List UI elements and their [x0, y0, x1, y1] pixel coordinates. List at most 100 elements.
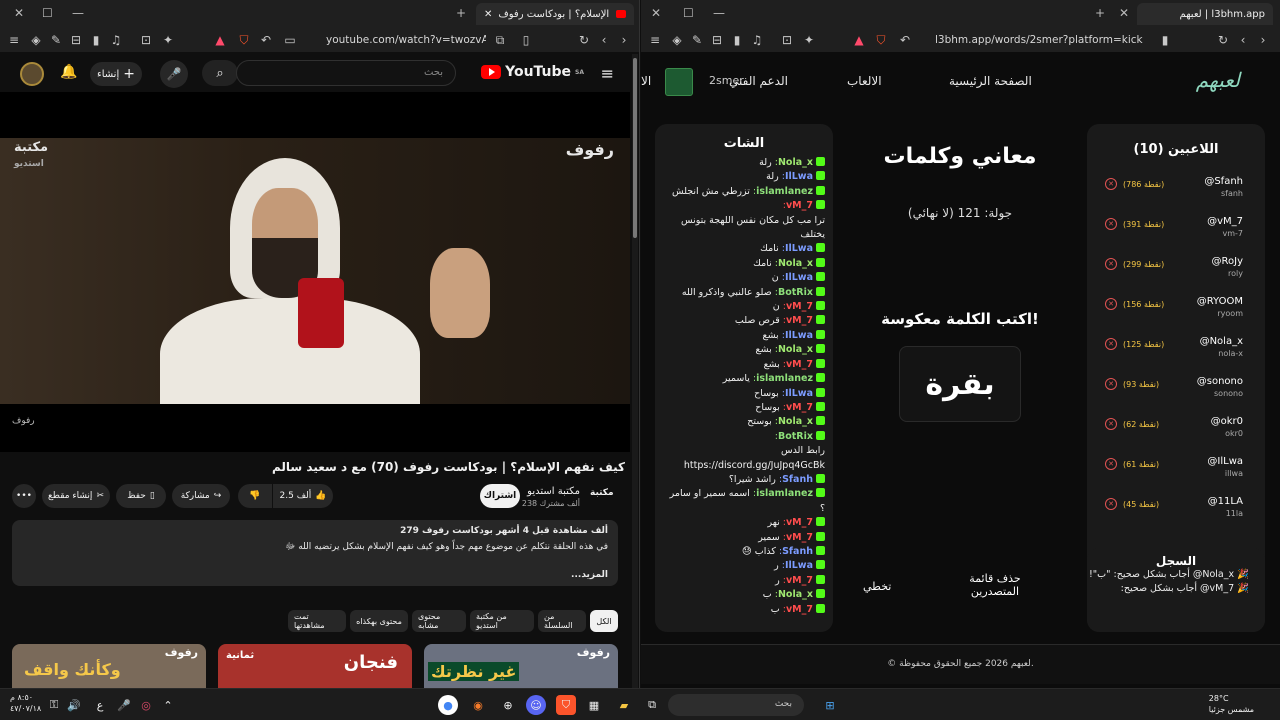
- puzzle-icon[interactable]: ✦: [801, 32, 817, 48]
- chip-watched[interactable]: تمت مشاهدتها: [288, 610, 346, 632]
- description-box[interactable]: 279 ألف مشاهدة قبل 4 أشهر بودكاست رفوف ف…: [12, 520, 618, 586]
- chat-username[interactable]: Sfanh: [782, 546, 813, 557]
- bookmark-icon[interactable]: ▯: [518, 32, 534, 48]
- hamburger-menu-icon[interactable]: ≡: [601, 64, 614, 83]
- sidebar-icon[interactable]: ▮: [88, 32, 104, 48]
- address-bar[interactable]: youtube.com/watch?v=twozvAUO6Qg: [326, 31, 486, 49]
- nav-home[interactable]: الصفحة الرئيسية: [949, 74, 1032, 88]
- taskbar-search[interactable]: بحث: [668, 694, 804, 716]
- chat-username[interactable]: IlLwa: [785, 243, 813, 254]
- remove-player-icon[interactable]: ✕: [1105, 498, 1117, 510]
- chip-all[interactable]: الكل: [590, 610, 618, 632]
- more-link[interactable]: ...المزيد: [12, 570, 608, 580]
- sidebar-icon[interactable]: ▮: [729, 32, 745, 48]
- maximize-window-icon[interactable]: ☐: [42, 6, 53, 20]
- reload-icon[interactable]: ↻: [1215, 32, 1231, 48]
- bookmarks-icon[interactable]: ⊟: [709, 32, 725, 48]
- app-icon[interactable]: ⊕: [498, 695, 518, 715]
- nav-edge[interactable]: الا: [641, 74, 651, 88]
- remove-player-icon[interactable]: ✕: [1105, 338, 1117, 350]
- remove-player-icon[interactable]: ✕: [1105, 218, 1117, 230]
- voice-search-icon[interactable]: 🎤: [160, 60, 188, 88]
- more-actions-icon[interactable]: •••: [12, 484, 36, 508]
- cast-icon[interactable]: ▭: [282, 32, 298, 48]
- video-player[interactable]: رفوف مكتبة استديو رفوف: [0, 92, 630, 452]
- remove-player-icon[interactable]: ✕: [1105, 458, 1117, 470]
- search-input[interactable]: بحث: [236, 60, 456, 86]
- minimize-window-icon[interactable]: —: [72, 6, 84, 20]
- forward-icon[interactable]: ›: [1255, 32, 1271, 48]
- channel-logo[interactable]: مكتبة: [590, 488, 618, 506]
- chat-username[interactable]: Nola_x: [778, 416, 813, 427]
- chat-username[interactable]: vM_7: [786, 575, 813, 586]
- chat-username[interactable]: BotRix: [778, 287, 813, 298]
- recommendation-thumbnail[interactable]: رفوف غير نظرتك: [424, 644, 618, 688]
- back-history-icon[interactable]: ↶: [897, 32, 913, 48]
- chat-username[interactable]: IlLwa: [785, 272, 813, 283]
- menu-icon[interactable]: ≡: [6, 32, 22, 48]
- brave-icon[interactable]: ⛉: [556, 695, 576, 715]
- user-avatar[interactable]: [665, 68, 693, 96]
- chip-channel[interactable]: من مكتبة استديو: [470, 610, 534, 632]
- link-icon[interactable]: ⧉: [492, 32, 508, 48]
- chat-username[interactable]: Nola_x: [778, 589, 813, 600]
- chat-username[interactable]: Sfanh: [782, 474, 813, 485]
- chip-similar[interactable]: محتوى مشابه: [412, 610, 466, 632]
- new-tab-icon[interactable]: +: [1095, 6, 1105, 20]
- nav-support[interactable]: الدعم الفني: [729, 74, 788, 88]
- chat-username[interactable]: IlLwa: [785, 560, 813, 571]
- chat-username[interactable]: BotRix: [778, 431, 813, 442]
- youtube-logo[interactable]: YouTube SA: [481, 64, 584, 80]
- chat-username[interactable]: vM_7: [786, 359, 813, 370]
- back-history-icon[interactable]: ↶: [258, 32, 274, 48]
- weather-widget[interactable]: 28°C مشمس جزئيا: [1209, 693, 1254, 715]
- shield-icon[interactable]: ◈: [28, 32, 44, 48]
- page-scrollbar[interactable]: [632, 54, 638, 688]
- nav-games[interactable]: الالعاب: [847, 74, 882, 88]
- chat-username[interactable]: Nola_x: [778, 344, 813, 355]
- brave-shield-icon[interactable]: ⛉: [236, 32, 252, 48]
- video-frame[interactable]: رفوف مكتبة استديو: [0, 138, 630, 404]
- search-icon[interactable]: ⌕: [202, 60, 238, 86]
- address-bar[interactable]: l3bhm.app/words/2smer?platform=kick: [935, 31, 1153, 49]
- chat-username[interactable]: Nola_x: [778, 258, 813, 269]
- notification-icon[interactable]: ⚿: [44, 695, 64, 715]
- brave-shield-icon[interactable]: ⛉: [873, 32, 889, 48]
- shield-icon[interactable]: ◈: [669, 32, 685, 48]
- tray-chevron-icon[interactable]: ⌃: [158, 695, 178, 715]
- chip-series[interactable]: من السلسلة: [538, 610, 586, 632]
- extension-icon[interactable]: ✎: [689, 32, 705, 48]
- remove-player-icon[interactable]: ✕: [1105, 418, 1117, 430]
- avatar[interactable]: [20, 62, 44, 86]
- remove-player-icon[interactable]: ✕: [1105, 298, 1117, 310]
- chrome-icon[interactable]: ●: [438, 695, 458, 715]
- clip-button[interactable]: إنشاء مقطع ✂: [42, 484, 110, 508]
- tray-app-icon[interactable]: ◎: [136, 695, 156, 715]
- puzzle-icon[interactable]: ✦: [160, 32, 176, 48]
- discord-icon[interactable]: ☺: [526, 695, 546, 715]
- chat-username[interactable]: Nola_x: [778, 157, 813, 168]
- chat-username[interactable]: vM_7: [786, 517, 813, 528]
- chat-username[interactable]: vM_7: [786, 301, 813, 312]
- close-tab-icon[interactable]: ✕: [1119, 6, 1129, 20]
- bookmark-icon[interactable]: ▮: [1157, 32, 1173, 48]
- chat-username[interactable]: vM_7: [786, 604, 813, 615]
- close-window-icon[interactable]: ✕: [14, 6, 24, 20]
- recommendation-thumbnail[interactable]: ثمانية فنجان: [218, 644, 412, 688]
- file-explorer-icon[interactable]: ▰: [614, 695, 634, 715]
- clear-leaderboard-button[interactable]: حذف قائمة المتصدرين: [953, 572, 1037, 598]
- chip-related[interactable]: محتوى بهكذاه: [350, 610, 408, 632]
- extension-icon[interactable]: ✎: [48, 32, 64, 48]
- back-icon[interactable]: ‹: [596, 32, 612, 48]
- notifications-bell-icon[interactable]: 🔔: [60, 64, 77, 80]
- chat-username[interactable]: islamlanez: [756, 186, 813, 197]
- tab-l3bhm[interactable]: لعبهم | l3bhm.app: [1137, 3, 1273, 25]
- bookmarks-icon[interactable]: ⊟: [68, 32, 84, 48]
- dislike-button[interactable]: 👎: [238, 484, 272, 508]
- store-icon[interactable]: ▦: [584, 695, 604, 715]
- chat-username[interactable]: IlLwa: [785, 388, 813, 399]
- chat-username[interactable]: vM_7: [786, 532, 813, 543]
- remove-player-icon[interactable]: ✕: [1105, 178, 1117, 190]
- task-view-icon[interactable]: ⧉: [642, 695, 662, 715]
- subscribe-button[interactable]: اشتراك: [480, 484, 520, 508]
